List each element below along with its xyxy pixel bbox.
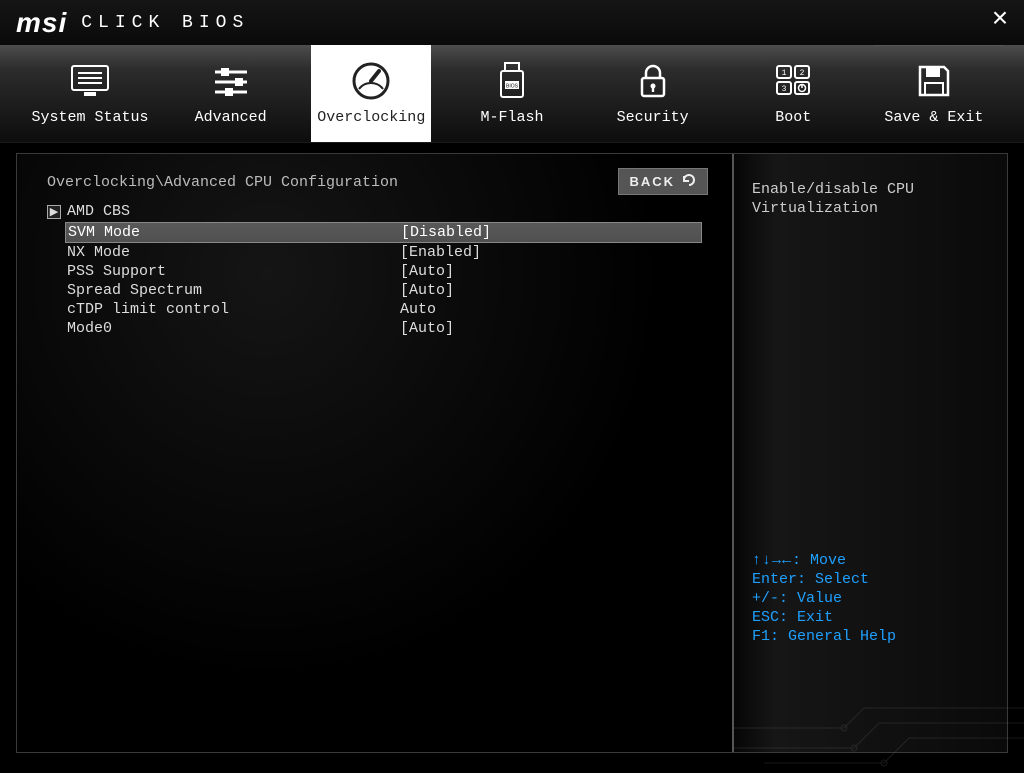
back-button[interactable]: BACK xyxy=(618,168,708,195)
setting-value: Auto xyxy=(400,300,436,319)
help-text: Enable/disable CPU Virtualization xyxy=(752,180,989,218)
back-arrow-icon xyxy=(681,173,697,190)
setting-label: PSS Support xyxy=(65,262,400,281)
close-icon: × xyxy=(992,5,1009,36)
svg-text:BIOS: BIOS xyxy=(506,84,519,90)
app-title: CLICK BIOS xyxy=(81,13,249,33)
settings-panel: BACK Overclocking\Advanced CPU Configura… xyxy=(17,154,732,752)
svg-text:2: 2 xyxy=(800,69,805,78)
key-help-esc: ESC: Exit xyxy=(752,608,989,627)
setting-label: NX Mode xyxy=(65,243,400,262)
nav-label: M-Flash xyxy=(480,109,543,126)
setting-label: Spread Spectrum xyxy=(65,281,400,300)
nav-label: Security xyxy=(617,109,689,126)
nav-label: Advanced xyxy=(195,109,267,126)
close-button[interactable]: × xyxy=(988,11,1012,35)
setting-ctdp-limit-control[interactable]: cTDP limit control Auto xyxy=(65,300,702,319)
gauge-icon xyxy=(347,61,395,101)
submenu-amd-cbs[interactable]: ▶ AMD CBS xyxy=(47,203,702,220)
nav-boot[interactable]: 1 2 3 Boot xyxy=(733,45,853,142)
usb-bios-icon: BIOS xyxy=(488,61,536,101)
lock-icon xyxy=(629,61,677,101)
floppy-save-icon xyxy=(910,61,958,101)
sliders-icon xyxy=(207,61,255,101)
nav-label: Overclocking xyxy=(317,109,425,126)
msi-logo: msi xyxy=(16,7,67,39)
breadcrumb: Overclocking\Advanced CPU Configuration xyxy=(47,174,702,191)
submenu-label: AMD CBS xyxy=(67,203,130,220)
nav-save-exit[interactable]: Save & Exit xyxy=(874,45,994,142)
boot-order-icon: 1 2 3 xyxy=(769,61,817,101)
help-panel: Enable/disable CPU Virtualization ↑↓→←: … xyxy=(732,154,1007,752)
setting-value: [Auto] xyxy=(400,319,454,338)
nav-security[interactable]: Security xyxy=(593,45,713,142)
setting-value: [Disabled] xyxy=(401,223,491,242)
key-help-f1: F1: General Help xyxy=(752,627,989,646)
setting-value: [Enabled] xyxy=(400,243,481,262)
setting-label: cTDP limit control xyxy=(65,300,400,319)
setting-value: [Auto] xyxy=(400,281,454,300)
setting-pss-support[interactable]: PSS Support [Auto] xyxy=(65,262,702,281)
main-nav: System Status Advanced Overclocking BIOS… xyxy=(0,45,1024,143)
title-bar: msi CLICK BIOS × xyxy=(0,0,1024,45)
nav-label: Save & Exit xyxy=(884,109,983,126)
system-status-icon xyxy=(66,61,114,101)
setting-label: SVM Mode xyxy=(66,223,401,242)
nav-system-status[interactable]: System Status xyxy=(30,45,150,142)
nav-label: System Status xyxy=(31,109,148,126)
key-help-enter: Enter: Select xyxy=(752,570,989,589)
svg-text:3: 3 xyxy=(782,85,787,94)
submenu-arrow-icon: ▶ xyxy=(47,205,61,219)
setting-spread-spectrum[interactable]: Spread Spectrum [Auto] xyxy=(65,281,702,300)
back-label: BACK xyxy=(629,174,675,189)
nav-m-flash[interactable]: BIOS M-Flash xyxy=(452,45,572,142)
setting-value: [Auto] xyxy=(400,262,454,281)
setting-label: Mode0 xyxy=(65,319,400,338)
arrow-keys-icon: ↑↓→← xyxy=(752,552,792,569)
setting-svm-mode[interactable]: SVM Mode [Disabled] xyxy=(65,222,702,243)
nav-label: Boot xyxy=(775,109,811,126)
setting-mode0[interactable]: Mode0 [Auto] xyxy=(65,319,702,338)
key-help-plusminus: +/-: Value xyxy=(752,589,989,608)
svg-text:1: 1 xyxy=(782,69,787,78)
nav-overclocking[interactable]: Overclocking xyxy=(311,45,431,142)
setting-nx-mode[interactable]: NX Mode [Enabled] xyxy=(65,243,702,262)
key-help: ↑↓→←: Move Enter: Select +/-: Value ESC:… xyxy=(752,551,989,646)
key-help-move: : Move xyxy=(792,552,846,569)
settings-list: SVM Mode [Disabled] NX Mode [Enabled] PS… xyxy=(65,222,702,338)
nav-advanced[interactable]: Advanced xyxy=(171,45,291,142)
content-frame: BACK Overclocking\Advanced CPU Configura… xyxy=(16,153,1008,753)
